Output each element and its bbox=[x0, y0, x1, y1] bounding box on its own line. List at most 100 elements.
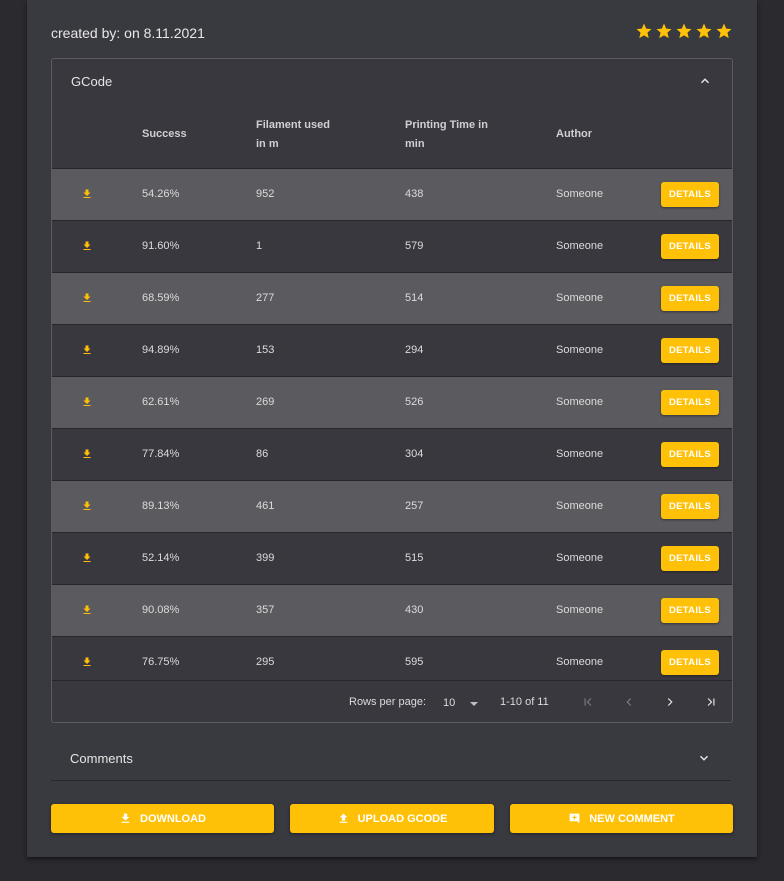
table-row: 77.84% 86 304 Someone DETAILS bbox=[52, 428, 732, 480]
cell-author: Someone bbox=[556, 552, 604, 564]
download-icon[interactable] bbox=[81, 656, 93, 668]
download-icon[interactable] bbox=[81, 552, 93, 564]
new-comment-button-label: NEW COMMENT bbox=[589, 812, 675, 825]
table-row: 94.89% 153 294 Someone DETAILS bbox=[52, 324, 732, 376]
rows-per-page-label: Rows per page: bbox=[349, 696, 427, 708]
upload-gcode-button[interactable]: UPLOAD GCODE bbox=[290, 804, 494, 833]
download-icon[interactable] bbox=[81, 448, 93, 460]
table-row: 90.08% 357 430 Someone DETAILS bbox=[52, 584, 732, 636]
cell-success: 54.26% bbox=[142, 188, 180, 200]
download-button-label: DOWNLOAD bbox=[140, 812, 206, 825]
chevron-up-icon[interactable] bbox=[698, 74, 712, 88]
cell-time: 438 bbox=[405, 188, 424, 200]
model-detail-card: created by: on 8.11.2021 GCode Success F… bbox=[27, 0, 757, 857]
cell-author: Someone bbox=[556, 188, 604, 200]
download-icon[interactable] bbox=[81, 344, 93, 356]
table-row: 91.60% 1 579 Someone DETAILS bbox=[52, 220, 732, 272]
cell-success: 89.13% bbox=[142, 500, 180, 512]
column-filament-line2: in m bbox=[256, 138, 279, 150]
download-icon bbox=[119, 812, 132, 825]
action-bar: DOWNLOAD UPLOAD GCODE NEW COMMENT bbox=[27, 804, 757, 834]
cell-success: 91.60% bbox=[142, 240, 180, 252]
cell-success: 90.08% bbox=[142, 604, 180, 616]
details-button[interactable]: DETAILS bbox=[661, 234, 719, 259]
table-body: 54.26% 952 438 Someone DETAILS 91.60% 1 … bbox=[52, 168, 732, 688]
cell-filament: 357 bbox=[256, 604, 275, 616]
comments-panel[interactable]: Comments bbox=[51, 736, 731, 781]
cell-filament: 399 bbox=[256, 552, 275, 564]
star-icon[interactable] bbox=[675, 22, 693, 40]
cell-time: 595 bbox=[405, 656, 424, 668]
cell-filament: 461 bbox=[256, 500, 275, 512]
download-icon[interactable] bbox=[81, 500, 93, 512]
cell-success: 52.14% bbox=[142, 552, 180, 564]
cell-author: Someone bbox=[556, 240, 604, 252]
column-success: Success bbox=[142, 128, 187, 140]
pagination-range: 1-10 of 11 bbox=[500, 696, 549, 708]
cell-success: 62.61% bbox=[142, 396, 180, 408]
table-header: Success Filament used in m Printing Time… bbox=[52, 106, 732, 168]
created-info: created by: on 8.11.2021 bbox=[51, 25, 205, 41]
table-pagination: Rows per page: 10 1-10 of 11 bbox=[52, 680, 732, 723]
last-page-icon[interactable] bbox=[704, 695, 718, 709]
cell-filament: 269 bbox=[256, 396, 275, 408]
download-icon[interactable] bbox=[81, 240, 93, 252]
cell-time: 257 bbox=[405, 500, 424, 512]
table-row: 52.14% 399 515 Someone DETAILS bbox=[52, 532, 732, 584]
upload-icon bbox=[337, 812, 350, 825]
cell-time: 515 bbox=[405, 552, 424, 564]
download-icon[interactable] bbox=[81, 604, 93, 616]
details-button[interactable]: DETAILS bbox=[661, 598, 719, 623]
new-comment-button[interactable]: NEW COMMENT bbox=[510, 804, 733, 833]
upload-gcode-button-label: UPLOAD GCODE bbox=[357, 812, 448, 825]
comments-panel-title: Comments bbox=[70, 751, 133, 766]
rating-stars[interactable] bbox=[635, 22, 733, 40]
first-page-icon[interactable] bbox=[581, 695, 595, 709]
details-button[interactable]: DETAILS bbox=[661, 390, 719, 415]
details-button[interactable]: DETAILS bbox=[661, 546, 719, 571]
column-time-line1: Printing Time in bbox=[405, 119, 488, 131]
caret-down-icon[interactable] bbox=[470, 702, 478, 706]
previous-page-icon[interactable] bbox=[622, 695, 636, 709]
gcode-panel-title: GCode bbox=[71, 74, 113, 89]
star-icon[interactable] bbox=[635, 22, 653, 40]
gcode-panel-header[interactable]: GCode bbox=[52, 59, 732, 103]
cell-success: 77.84% bbox=[142, 448, 180, 460]
cell-success: 68.59% bbox=[142, 292, 180, 304]
chevron-down-icon[interactable] bbox=[697, 751, 711, 765]
cell-author: Someone bbox=[556, 344, 604, 356]
details-button[interactable]: DETAILS bbox=[661, 650, 719, 675]
gcode-panel: GCode Success Filament used in m Printin… bbox=[51, 58, 733, 723]
cell-author: Someone bbox=[556, 448, 604, 460]
download-icon[interactable] bbox=[81, 292, 93, 304]
details-button[interactable]: DETAILS bbox=[661, 182, 719, 207]
download-icon[interactable] bbox=[81, 188, 93, 200]
cell-author: Someone bbox=[556, 396, 604, 408]
details-button[interactable]: DETAILS bbox=[661, 442, 719, 467]
cell-author: Someone bbox=[556, 656, 604, 668]
table-row: 62.61% 269 526 Someone DETAILS bbox=[52, 376, 732, 428]
next-page-icon[interactable] bbox=[663, 695, 677, 709]
download-icon[interactable] bbox=[81, 396, 93, 408]
add-comment-icon bbox=[568, 812, 581, 825]
cell-time: 514 bbox=[405, 292, 424, 304]
cell-filament: 1 bbox=[256, 240, 263, 252]
table-row: 89.13% 461 257 Someone DETAILS bbox=[52, 480, 732, 532]
details-button[interactable]: DETAILS bbox=[661, 494, 719, 519]
column-author: Author bbox=[556, 128, 593, 140]
download-button[interactable]: DOWNLOAD bbox=[51, 804, 274, 833]
details-button[interactable]: DETAILS bbox=[661, 338, 719, 363]
table-row: 68.59% 277 514 Someone DETAILS bbox=[52, 272, 732, 324]
details-button[interactable]: DETAILS bbox=[661, 286, 719, 311]
cell-author: Someone bbox=[556, 604, 604, 616]
column-filament-line1: Filament used bbox=[256, 119, 330, 131]
cell-filament: 153 bbox=[256, 344, 275, 356]
rows-per-page-select[interactable]: 10 bbox=[443, 697, 455, 709]
cell-filament: 952 bbox=[256, 188, 275, 200]
star-icon[interactable] bbox=[655, 22, 673, 40]
cell-time: 430 bbox=[405, 604, 424, 616]
cell-author: Someone bbox=[556, 500, 604, 512]
star-icon[interactable] bbox=[695, 22, 713, 40]
cell-author: Someone bbox=[556, 292, 604, 304]
star-icon[interactable] bbox=[715, 22, 733, 40]
